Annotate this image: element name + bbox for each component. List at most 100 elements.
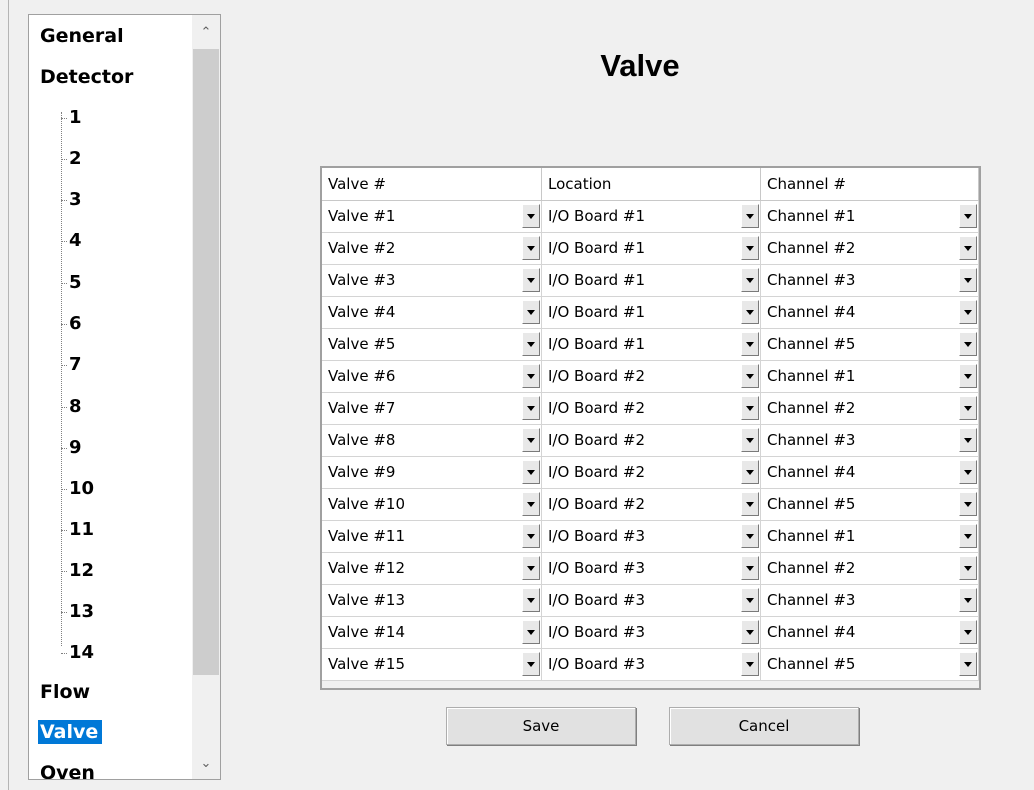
location-select[interactable]: I/O Board #3 xyxy=(542,553,761,585)
dropdown-arrow-icon[interactable] xyxy=(522,524,540,548)
location-select[interactable]: I/O Board #1 xyxy=(542,201,761,233)
dropdown-arrow-icon[interactable] xyxy=(522,268,540,292)
valve-select[interactable]: Valve #3 xyxy=(322,265,542,297)
channel-select[interactable]: Channel #4 xyxy=(761,617,979,649)
location-select[interactable]: I/O Board #3 xyxy=(542,585,761,617)
dropdown-arrow-icon[interactable] xyxy=(959,652,977,676)
location-select[interactable]: I/O Board #3 xyxy=(542,617,761,649)
valve-select[interactable]: Valve #8 xyxy=(322,425,542,457)
location-select[interactable]: I/O Board #1 xyxy=(542,329,761,361)
valve-select[interactable]: Valve #13 xyxy=(322,585,542,617)
tree-node-detector-6[interactable]: 6 xyxy=(61,312,82,336)
tree-node-detector-12[interactable]: 12 xyxy=(61,559,94,583)
tree-node-detector-4[interactable]: 4 xyxy=(61,229,82,253)
dropdown-arrow-icon[interactable] xyxy=(741,332,759,356)
dropdown-arrow-icon[interactable] xyxy=(959,268,977,292)
tree-scrollbar[interactable]: ⌃ ⌄ xyxy=(192,15,220,779)
dropdown-arrow-icon[interactable] xyxy=(522,428,540,452)
tree-node-flow[interactable]: Flow xyxy=(40,680,90,704)
channel-select[interactable]: Channel #1 xyxy=(761,521,979,553)
location-select[interactable]: I/O Board #2 xyxy=(542,457,761,489)
valve-select[interactable]: Valve #15 xyxy=(322,649,542,681)
channel-select[interactable]: Channel #5 xyxy=(761,329,979,361)
dropdown-arrow-icon[interactable] xyxy=(741,620,759,644)
channel-select[interactable]: Channel #4 xyxy=(761,457,979,489)
dropdown-arrow-icon[interactable] xyxy=(959,428,977,452)
dropdown-arrow-icon[interactable] xyxy=(741,460,759,484)
channel-select[interactable]: Channel #1 xyxy=(761,361,979,393)
tree-node-general[interactable]: General xyxy=(40,24,124,48)
dropdown-arrow-icon[interactable] xyxy=(522,396,540,420)
tree-node-detector-2[interactable]: 2 xyxy=(61,147,82,171)
location-select[interactable]: I/O Board #1 xyxy=(542,265,761,297)
tree-node-oven[interactable]: Oven xyxy=(40,761,95,779)
dropdown-arrow-icon[interactable] xyxy=(741,236,759,260)
channel-select[interactable]: Channel #3 xyxy=(761,425,979,457)
dropdown-arrow-icon[interactable] xyxy=(959,556,977,580)
valve-select[interactable]: Valve #12 xyxy=(322,553,542,585)
channel-select[interactable]: Channel #2 xyxy=(761,393,979,425)
valve-select[interactable]: Valve #6 xyxy=(322,361,542,393)
valve-select[interactable]: Valve #14 xyxy=(322,617,542,649)
location-select[interactable]: I/O Board #1 xyxy=(542,233,761,265)
dropdown-arrow-icon[interactable] xyxy=(741,652,759,676)
tree-node-detector-7[interactable]: 7 xyxy=(61,353,82,377)
tree-node-valve[interactable]: Valve xyxy=(38,720,103,744)
channel-select[interactable]: Channel #5 xyxy=(761,649,979,681)
settings-tree[interactable]: General Detector 1 2 3 4 5 6 7 8 9 10 11 12 13 14 Flo… xyxy=(28,14,221,780)
tree-node-detector-11[interactable]: 11 xyxy=(61,518,94,542)
dropdown-arrow-icon[interactable] xyxy=(959,620,977,644)
dropdown-arrow-icon[interactable] xyxy=(522,460,540,484)
tree-node-detector-10[interactable]: 10 xyxy=(61,477,94,501)
tree-node-detector-1[interactable]: 1 xyxy=(61,106,82,130)
dropdown-arrow-icon[interactable] xyxy=(959,300,977,324)
dropdown-arrow-icon[interactable] xyxy=(959,524,977,548)
location-select[interactable]: I/O Board #3 xyxy=(542,521,761,553)
location-select[interactable]: I/O Board #2 xyxy=(542,425,761,457)
dropdown-arrow-icon[interactable] xyxy=(741,268,759,292)
scroll-thumb[interactable] xyxy=(193,49,219,675)
dropdown-arrow-icon[interactable] xyxy=(741,300,759,324)
dropdown-arrow-icon[interactable] xyxy=(522,588,540,612)
dropdown-arrow-icon[interactable] xyxy=(522,364,540,388)
valve-select[interactable]: Valve #10 xyxy=(322,489,542,521)
valve-select[interactable]: Valve #1 xyxy=(322,201,542,233)
channel-select[interactable]: Channel #3 xyxy=(761,265,979,297)
dropdown-arrow-icon[interactable] xyxy=(741,588,759,612)
dropdown-arrow-icon[interactable] xyxy=(959,460,977,484)
valve-select[interactable]: Valve #11 xyxy=(322,521,542,553)
dropdown-arrow-icon[interactable] xyxy=(522,236,540,260)
cancel-button[interactable]: Cancel xyxy=(669,707,859,745)
dropdown-arrow-icon[interactable] xyxy=(959,332,977,356)
valve-select[interactable]: Valve #5 xyxy=(322,329,542,361)
dropdown-arrow-icon[interactable] xyxy=(741,364,759,388)
dropdown-arrow-icon[interactable] xyxy=(522,332,540,356)
location-select[interactable]: I/O Board #2 xyxy=(542,489,761,521)
channel-select[interactable]: Channel #2 xyxy=(761,233,979,265)
dropdown-arrow-icon[interactable] xyxy=(522,620,540,644)
dropdown-arrow-icon[interactable] xyxy=(522,492,540,516)
dropdown-arrow-icon[interactable] xyxy=(959,236,977,260)
dropdown-arrow-icon[interactable] xyxy=(741,556,759,580)
dropdown-arrow-icon[interactable] xyxy=(959,396,977,420)
chevron-down-icon[interactable]: ⌄ xyxy=(192,749,220,779)
dropdown-arrow-icon[interactable] xyxy=(522,556,540,580)
valve-select[interactable]: Valve #7 xyxy=(322,393,542,425)
valve-select[interactable]: Valve #2 xyxy=(322,233,542,265)
tree-node-detector-13[interactable]: 13 xyxy=(61,600,94,624)
dropdown-arrow-icon[interactable] xyxy=(959,588,977,612)
tree-node-detector[interactable]: Detector xyxy=(40,65,133,89)
dropdown-arrow-icon[interactable] xyxy=(959,204,977,228)
tree-node-detector-8[interactable]: 8 xyxy=(61,395,82,419)
chevron-up-icon[interactable]: ⌃ xyxy=(192,18,220,48)
dropdown-arrow-icon[interactable] xyxy=(741,396,759,420)
channel-select[interactable]: Channel #3 xyxy=(761,585,979,617)
dropdown-arrow-icon[interactable] xyxy=(741,492,759,516)
save-button[interactable]: Save xyxy=(446,707,636,745)
valve-select[interactable]: Valve #9 xyxy=(322,457,542,489)
dropdown-arrow-icon[interactable] xyxy=(741,428,759,452)
channel-select[interactable]: Channel #5 xyxy=(761,489,979,521)
dropdown-arrow-icon[interactable] xyxy=(959,364,977,388)
location-select[interactable]: I/O Board #3 xyxy=(542,649,761,681)
dropdown-arrow-icon[interactable] xyxy=(741,524,759,548)
